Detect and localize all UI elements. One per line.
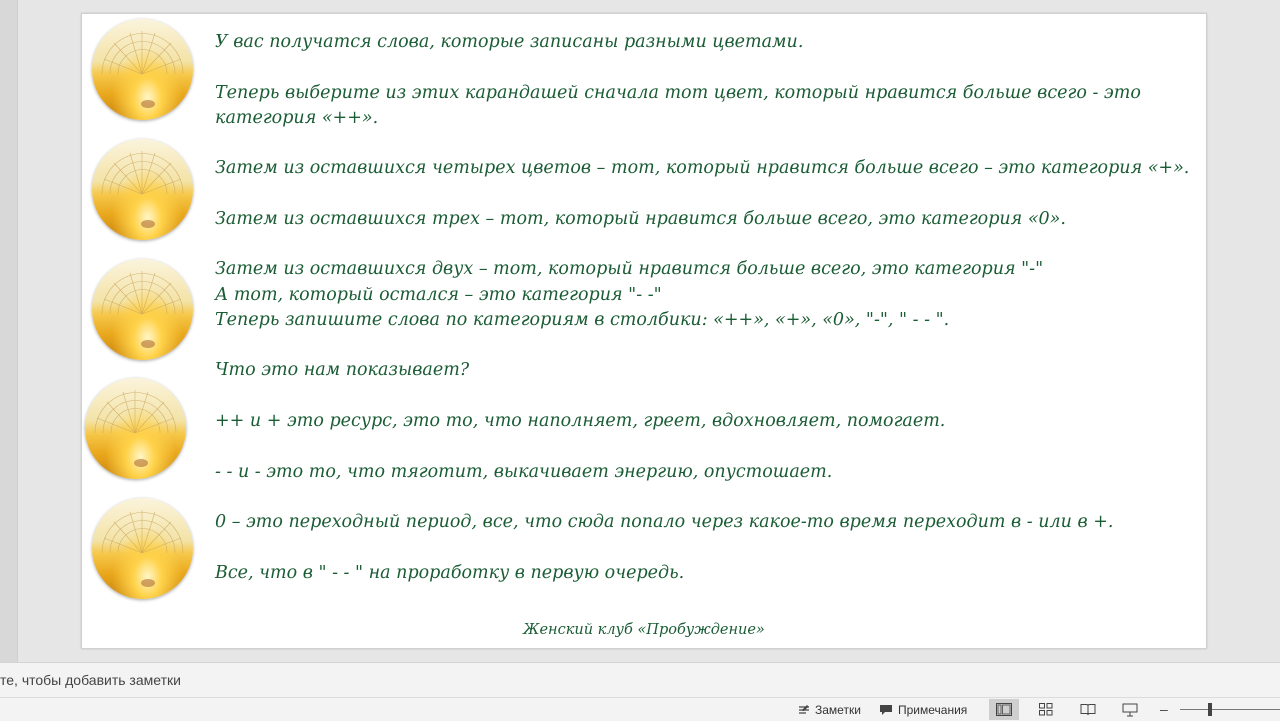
slide-text-line[interactable]: - - и - это то, что тяготит, выкачивает … bbox=[215, 460, 832, 485]
slide-text-line[interactable]: У вас получатся слова, которые записаны … bbox=[215, 30, 803, 55]
slide-text-line[interactable]: Теперь выберите из этих карандашей снача… bbox=[215, 81, 1141, 106]
slide-panel-edge bbox=[0, 0, 18, 662]
reading-view-button[interactable] bbox=[1073, 699, 1103, 720]
normal-view-button[interactable] bbox=[989, 699, 1019, 720]
slide-text-line[interactable]: Затем из оставшихся трех – тот, который … bbox=[215, 207, 1066, 232]
notes-pane[interactable]: те, чтобы добавить заметки bbox=[0, 662, 1280, 697]
comments-label: Примечания bbox=[898, 702, 968, 717]
notes-placeholder[interactable]: те, чтобы добавить заметки bbox=[0, 672, 181, 688]
zoom-slider[interactable] bbox=[1180, 709, 1280, 710]
normal-view-icon bbox=[996, 703, 1012, 716]
emblem-image-4 bbox=[85, 378, 186, 479]
slide-text-line[interactable]: Теперь запишите слова по категориям в ст… bbox=[215, 308, 949, 333]
slide-sorter-button[interactable] bbox=[1031, 699, 1061, 720]
emblem-image-5 bbox=[92, 498, 193, 599]
slide-text-line[interactable]: Все, что в " - - " на проработку в перву… bbox=[215, 561, 684, 586]
slide-sorter-icon bbox=[1039, 703, 1053, 716]
slideshow-button[interactable] bbox=[1115, 699, 1145, 720]
status-bar: Заметки Примечания – bbox=[0, 697, 1280, 721]
notes-label: Заметки bbox=[815, 702, 861, 717]
slide-text-line[interactable]: Затем из оставшихся двух – тот, который … bbox=[215, 257, 1043, 282]
emblem-image-3 bbox=[92, 259, 193, 360]
slide-canvas[interactable]: У вас получатся слова, которые записаны … bbox=[81, 13, 1207, 649]
club-signature[interactable]: Женский клуб «Пробуждение» bbox=[82, 622, 1206, 638]
zoom-slider-thumb[interactable] bbox=[1208, 703, 1212, 716]
notes-button[interactable]: Заметки bbox=[798, 700, 861, 719]
emblem-image-2 bbox=[92, 139, 193, 240]
slideshow-icon bbox=[1122, 703, 1138, 716]
slide-text-line[interactable]: категория «++». bbox=[215, 106, 378, 131]
slide-text-line[interactable]: Затем из оставшихся четырех цветов – тот… bbox=[215, 156, 1189, 181]
comments-button[interactable]: Примечания bbox=[879, 700, 967, 719]
slide-text-line[interactable]: А тот, который остался – это категория "… bbox=[215, 283, 662, 308]
slide-text-line[interactable]: Что это нам показывает? bbox=[215, 358, 469, 383]
emblem-image-1 bbox=[92, 19, 193, 120]
reading-view-icon bbox=[1080, 704, 1096, 716]
slide-text-line[interactable]: 0 – это переходный период, все, что сюда… bbox=[215, 510, 1113, 535]
notes-icon bbox=[799, 704, 809, 714]
zoom-out-button[interactable]: – bbox=[1160, 701, 1168, 717]
slide-text-line[interactable]: ++ и + это ресурс, это то, что наполняет… bbox=[215, 409, 945, 434]
comment-icon bbox=[880, 704, 892, 715]
